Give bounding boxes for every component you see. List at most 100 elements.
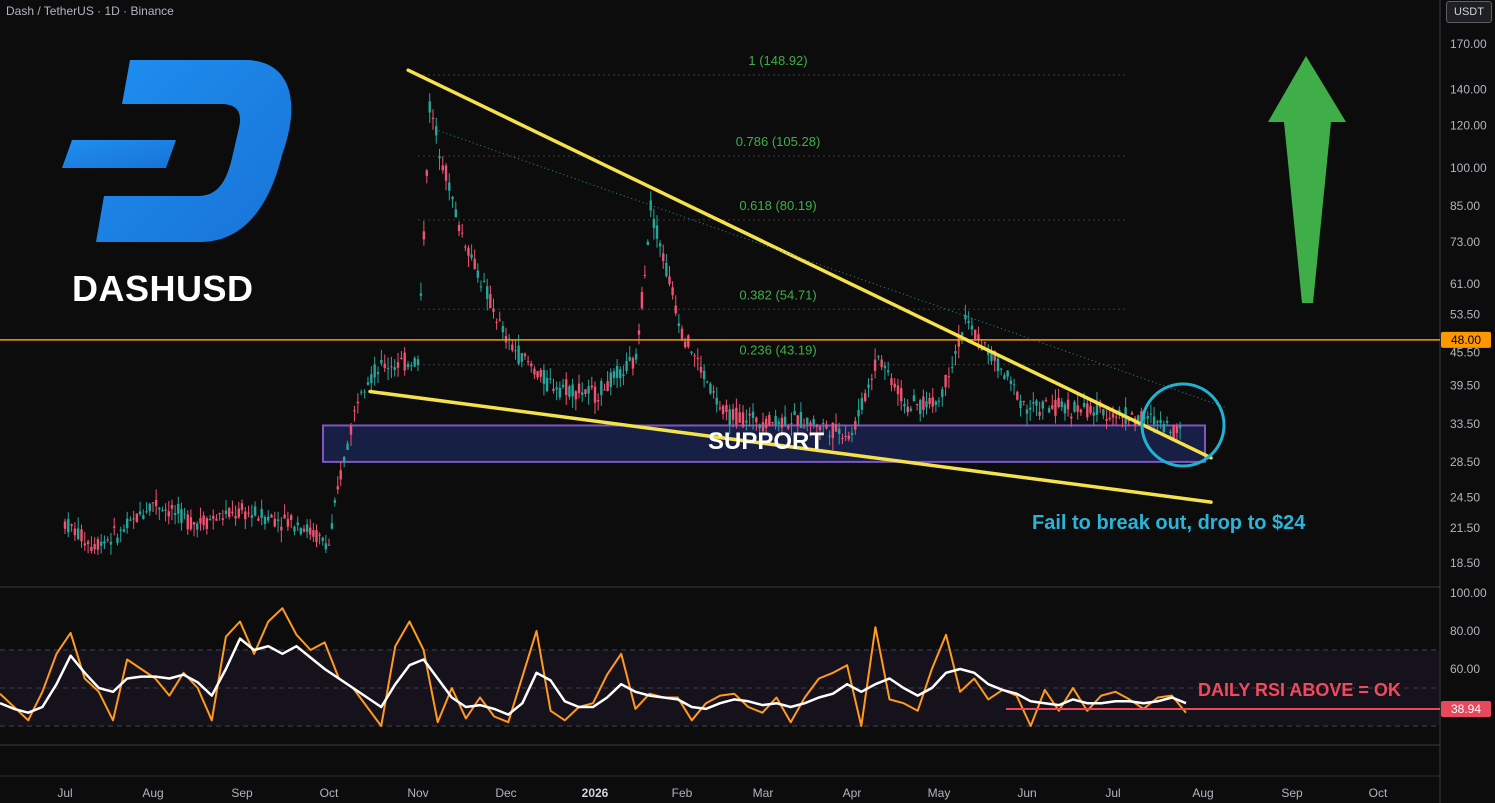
symbol-title[interactable]: Dash / TetherUS · 1D · Binance: [6, 4, 174, 18]
candle-body: [850, 432, 854, 435]
candle-body: [514, 350, 517, 352]
price-tick-label: 120.00: [1450, 119, 1487, 133]
price-tick-label: 73.00: [1450, 235, 1480, 249]
candle-body: [774, 415, 777, 426]
candle-body: [652, 218, 656, 228]
candle-body: [539, 370, 542, 377]
candle-body: [1102, 409, 1105, 416]
candle-body: [189, 517, 193, 530]
candle-body: [103, 541, 106, 544]
candle-body: [373, 364, 376, 378]
currency-badge[interactable]: USDT: [1446, 1, 1492, 23]
price-tick-label: 24.50: [1450, 490, 1480, 504]
candle-body: [135, 513, 139, 522]
candle-body: [903, 404, 906, 407]
candle-body: [419, 293, 423, 296]
candle-body: [517, 345, 520, 364]
fib-trend-line: [434, 128, 1226, 408]
candle-body: [386, 367, 390, 369]
candle-body: [877, 356, 880, 358]
candle-body: [302, 528, 306, 532]
rsi-pane: [0, 607, 1440, 727]
candle-body: [1152, 416, 1156, 425]
candle-body: [900, 388, 903, 402]
candle-body: [857, 409, 860, 417]
candle-body: [764, 418, 768, 429]
price-tick-label: 33.50: [1450, 417, 1480, 431]
candle-body: [1114, 416, 1118, 418]
candle-body: [731, 409, 735, 420]
candle-body: [696, 357, 699, 359]
candle-body: [919, 400, 922, 415]
candle-body: [1076, 405, 1079, 412]
candle-body: [568, 386, 571, 397]
candle-body: [370, 374, 373, 384]
candle-body: [86, 541, 90, 545]
candle-body: [771, 422, 774, 424]
candle-body: [260, 508, 263, 518]
candle-body: [129, 519, 132, 521]
candle-body: [886, 370, 890, 373]
candle-body: [1137, 415, 1140, 421]
candle-body: [1073, 401, 1076, 412]
candle-body: [321, 537, 324, 541]
candle-body: [941, 389, 944, 398]
fib-level-label: 0.786 (105.28): [736, 134, 821, 149]
candle-body: [70, 524, 73, 526]
candle-body: [376, 372, 380, 375]
candle-body: [928, 397, 931, 405]
price-tick-label: 18.50: [1450, 556, 1480, 570]
candle-body: [1012, 384, 1016, 386]
candle-body: [706, 381, 709, 383]
candle-body: [1089, 406, 1092, 413]
candle-body: [1156, 421, 1159, 423]
candle-body: [1025, 409, 1029, 414]
candle-body: [495, 321, 498, 323]
candle-body: [273, 518, 276, 527]
price-tick-label: 140.00: [1450, 82, 1487, 96]
candle-body: [934, 401, 938, 405]
candle-body: [457, 224, 461, 231]
candle-body: [590, 385, 594, 388]
candle-body: [844, 435, 847, 437]
candle-body: [422, 231, 426, 240]
candle-body: [1063, 404, 1067, 414]
candle-body: [173, 513, 177, 515]
candle-body: [240, 503, 244, 510]
candle-body: [276, 519, 280, 521]
candle-body: [768, 414, 771, 425]
candle-body: [558, 387, 562, 398]
candle-body: [330, 523, 334, 529]
candle-body: [970, 325, 974, 330]
candle-body: [231, 511, 234, 514]
candle-body: [438, 156, 441, 159]
candle-body: [831, 422, 835, 439]
candle-body: [1032, 402, 1035, 404]
candle-body: [224, 510, 228, 514]
candle-body: [922, 396, 925, 410]
candle-body: [250, 515, 254, 518]
candle-body: [346, 443, 349, 450]
candle-body: [718, 407, 722, 409]
candle-body: [1159, 419, 1162, 424]
candle-body: [83, 543, 86, 546]
candle-body: [552, 388, 555, 391]
candle-body: [1044, 400, 1048, 402]
candle-body: [228, 508, 231, 517]
candle-body: [336, 486, 339, 490]
price-tick-label: 28.50: [1450, 455, 1480, 469]
price-tick-label: 170.00: [1450, 37, 1487, 51]
candle-body: [263, 516, 267, 525]
candle-body: [1028, 407, 1032, 410]
candle-body: [751, 411, 755, 418]
candle-body: [403, 352, 406, 371]
candle-body: [257, 518, 260, 521]
candle-body: [80, 529, 83, 542]
candle-body: [113, 526, 116, 528]
candle-body: [425, 170, 428, 176]
candle-body: [327, 544, 331, 546]
candle-body: [504, 335, 508, 343]
candle-body: [501, 326, 505, 333]
candle-body: [964, 314, 967, 320]
candle-body: [584, 389, 587, 394]
